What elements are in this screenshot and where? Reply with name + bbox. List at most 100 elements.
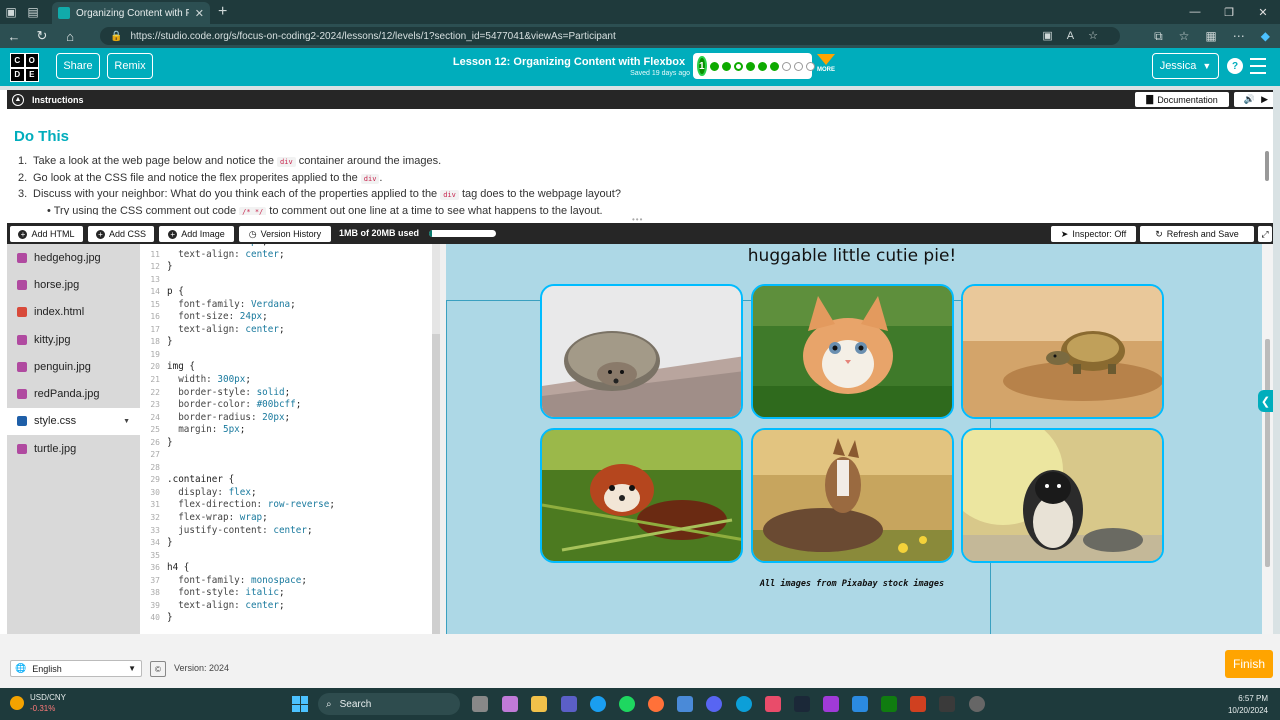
remix-button[interactable]: Remix: [107, 53, 153, 79]
current-level-bubble[interactable]: 1: [697, 56, 707, 76]
code-line[interactable]: h4 {: [167, 562, 335, 575]
code-line[interactable]: [167, 274, 335, 287]
stock-widget[interactable]: USD/CNY -0.31%: [10, 692, 66, 714]
extensions-icon[interactable]: ⧉: [1154, 29, 1163, 44]
file-item[interactable]: index.html: [7, 299, 140, 326]
edge-icon[interactable]: [736, 696, 752, 712]
code-line[interactable]: text-align: center;: [167, 324, 335, 337]
instructions-scrollbar[interactable]: [1263, 109, 1271, 215]
code-line[interactable]: flex-direction: row-reverse;: [167, 499, 335, 512]
progress-dot[interactable]: [721, 61, 731, 71]
close-window-icon[interactable]: ✕: [1246, 0, 1280, 24]
documentation-button[interactable]: ▇ Documentation: [1135, 92, 1229, 107]
code-line[interactable]: p {: [167, 286, 335, 299]
code-line[interactable]: display: flex;: [167, 487, 335, 500]
code-line[interactable]: text-align: center;: [167, 249, 335, 262]
code-line[interactable]: border-style: solid;: [167, 387, 335, 400]
close-tab-icon[interactable]: ✕: [195, 7, 204, 20]
progress-dot[interactable]: [757, 61, 767, 71]
spotify-icon[interactable]: [619, 696, 635, 712]
code-line[interactable]: width: 300px;: [167, 374, 335, 387]
chrome-icon[interactable]: [590, 696, 606, 712]
code-line[interactable]: img {: [167, 361, 335, 374]
app-icon[interactable]: [910, 696, 926, 712]
code-line[interactable]: flex-wrap: wrap;: [167, 512, 335, 525]
code-line[interactable]: font-style: italic;: [167, 587, 335, 600]
progress-dot[interactable]: [733, 61, 743, 71]
code-line[interactable]: [167, 550, 335, 563]
taskbar-search[interactable]: ⌕ Search: [318, 693, 460, 715]
file-item[interactable]: kitty.jpg: [7, 326, 140, 353]
copyright-icon[interactable]: ©: [150, 661, 166, 677]
steam-icon[interactable]: [794, 696, 810, 712]
copilot-icon[interactable]: ◆: [1261, 29, 1270, 43]
progress-dot[interactable]: [805, 61, 815, 71]
hamburger-menu-icon[interactable]: [1250, 58, 1266, 74]
code-line[interactable]: [167, 449, 335, 462]
play-icon[interactable]: ▶: [1261, 94, 1268, 105]
code-line[interactable]: [167, 462, 335, 475]
collections-icon[interactable]: ▦: [1205, 29, 1216, 43]
code-line[interactable]: [167, 349, 335, 362]
share-button[interactable]: Share: [56, 53, 100, 79]
workspaces-icon[interactable]: ▣: [0, 0, 22, 24]
code-line[interactable]: font-family: monospace;: [167, 575, 335, 588]
url-actions-icon[interactable]: ▣A☆: [1042, 29, 1112, 42]
editor-scrollbar[interactable]: [432, 244, 440, 634]
progress-dot[interactable]: [745, 61, 755, 71]
version-history-button[interactable]: ◷ Version History: [239, 226, 331, 242]
code-line[interactable]: }: [167, 437, 335, 450]
home-icon[interactable]: ⌂: [56, 29, 84, 44]
progress-dot[interactable]: [793, 61, 803, 71]
codeorg-logo[interactable]: C O D E: [10, 53, 39, 82]
progress-dot[interactable]: [769, 61, 779, 71]
language-select[interactable]: 🌐 English ▼: [10, 660, 142, 677]
discord-icon[interactable]: [706, 696, 722, 712]
inspector-toggle-button[interactable]: ➤ Inspector: Off: [1051, 226, 1136, 242]
add-html-button[interactable]: + Add HTML: [10, 226, 83, 242]
file-item[interactable]: style.css ▼: [7, 407, 140, 436]
app-icon[interactable]: [852, 696, 868, 712]
app-icon[interactable]: [969, 696, 985, 712]
task-view-icon[interactable]: [472, 696, 488, 712]
code-line[interactable]: font-size: 24px;: [167, 311, 335, 324]
xbox-icon[interactable]: [881, 696, 897, 712]
code-line[interactable]: border-color: #00bcff;: [167, 399, 335, 412]
audio-controls[interactable]: 🔊 ▶: [1234, 92, 1278, 107]
copilot-app-icon[interactable]: [502, 696, 518, 712]
code-line[interactable]: border-radius: 20px;: [167, 412, 335, 425]
add-image-button[interactable]: + Add Image: [159, 226, 234, 242]
refresh-icon[interactable]: ↻: [28, 28, 56, 44]
file-explorer-icon[interactable]: [531, 696, 547, 712]
fullscreen-icon[interactable]: ⤢: [1258, 226, 1272, 242]
file-item[interactable]: redPanda.jpg: [7, 380, 140, 407]
file-menu-caret-icon[interactable]: ▼: [123, 418, 130, 425]
tab-actions-icon[interactable]: ▤: [22, 0, 44, 24]
file-item[interactable]: horse.jpg: [7, 271, 140, 298]
web-preview[interactable]: huggable little cutie pie! All images fr…: [446, 244, 1262, 634]
page-scrollbar[interactable]: [1273, 90, 1280, 634]
restore-icon[interactable]: ❐: [1212, 0, 1246, 24]
windows-start-icon[interactable]: [292, 696, 308, 712]
browser-tab[interactable]: Organizing Content with Flexbox ✕: [52, 2, 210, 24]
new-tab-icon[interactable]: +: [218, 3, 227, 21]
file-item[interactable]: turtle.jpg: [7, 435, 140, 462]
add-css-button[interactable]: + Add CSS: [88, 226, 154, 242]
code-editor[interactable]: 1011121314151617181920212223242526272829…: [140, 244, 432, 634]
refresh-save-button[interactable]: ↻ Refresh and Save: [1140, 226, 1254, 242]
collapse-icon[interactable]: ▲: [12, 93, 24, 106]
code-line[interactable]: }: [167, 261, 335, 274]
more-levels-button[interactable]: MORE: [816, 54, 836, 73]
taskbar-clock[interactable]: 6:57 PM 10/20/2024: [1228, 693, 1268, 717]
progress-dot[interactable]: [709, 61, 719, 71]
firefox-icon[interactable]: [648, 696, 664, 712]
app-icon[interactable]: [939, 696, 955, 712]
side-panel-toggle-icon[interactable]: ❮: [1258, 390, 1273, 412]
code-line[interactable]: margin: 5px;: [167, 424, 335, 437]
code-line[interactable]: justify-content: center;: [167, 525, 335, 538]
code-line[interactable]: }: [167, 612, 335, 625]
preview-scrollbar[interactable]: [1262, 244, 1273, 634]
file-item[interactable]: penguin.jpg: [7, 353, 140, 380]
file-item[interactable]: hedgehog.jpg: [7, 244, 140, 271]
speaker-icon[interactable]: 🔊: [1244, 94, 1255, 105]
